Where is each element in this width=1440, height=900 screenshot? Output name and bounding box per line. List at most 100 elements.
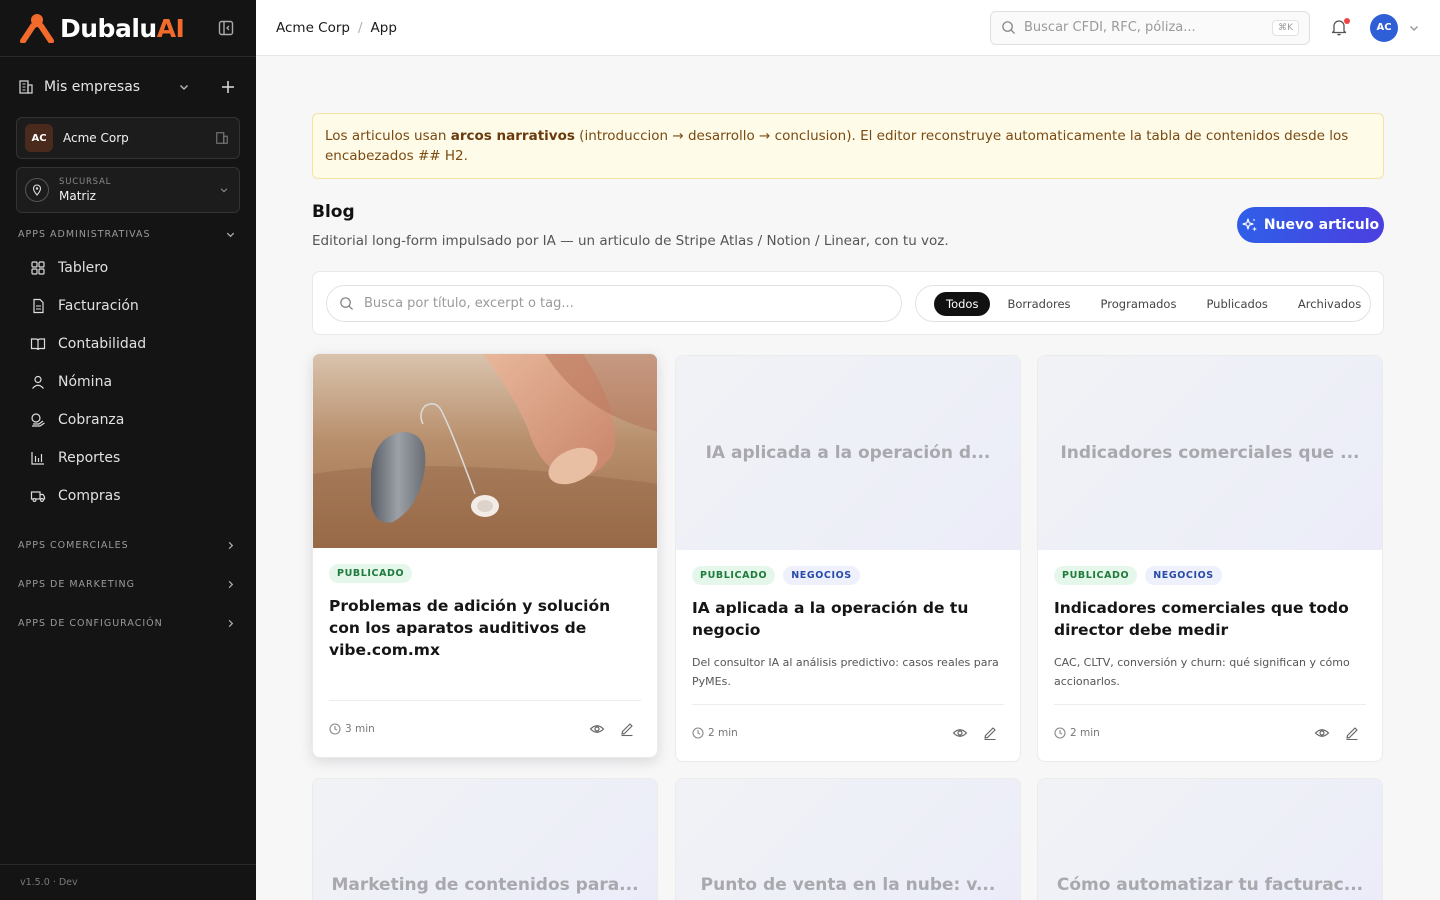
building-icon xyxy=(19,80,33,94)
cover-title: IA aplicada a la operación d... xyxy=(705,443,991,463)
filter-bar: Busca por título, excerpt o tag... Todos… xyxy=(312,271,1384,335)
eye-icon[interactable] xyxy=(952,725,968,741)
read-time: 2 min xyxy=(692,727,952,739)
eye-icon[interactable] xyxy=(1314,725,1330,741)
status-filter-tabs: Todos Borradores Programados Publicados … xyxy=(915,285,1371,322)
article-title[interactable]: IA aplicada a la operación de tu negocio xyxy=(676,597,1020,641)
chevron-down-icon xyxy=(226,232,235,237)
article-cover-placeholder: Punto de venta en la nube: v... xyxy=(676,779,1020,900)
branch-value: Matriz xyxy=(59,189,96,203)
article-card[interactable]: Indicadores comerciales que ... PUBLICAD… xyxy=(1037,355,1383,762)
new-article-button[interactable]: Nuevo articulo xyxy=(1237,207,1384,243)
notifications-bell-icon[interactable] xyxy=(1330,17,1350,38)
clock-icon xyxy=(1054,727,1066,739)
branch-label: SUCURSAL xyxy=(59,177,112,187)
tab-borradores[interactable]: Borradores xyxy=(994,292,1083,316)
user-avatar[interactable]: AC xyxy=(1370,13,1398,42)
company-selector[interactable]: AC Acme Corp xyxy=(16,117,240,159)
edit-pencil-icon[interactable] xyxy=(1344,725,1360,741)
search-icon xyxy=(1002,21,1016,35)
cover-title: Cómo automatizar tu facturac... xyxy=(1056,875,1364,895)
breadcrumb-company[interactable]: Acme Corp xyxy=(276,20,350,36)
sidebar-item-nomina[interactable]: Nómina xyxy=(0,363,256,401)
chevron-right-icon xyxy=(228,541,234,549)
page-title: Blog xyxy=(312,202,355,222)
tab-archivados[interactable]: Archivados xyxy=(1285,292,1374,316)
brand-name: DubaluAI xyxy=(60,13,185,43)
global-search-input[interactable]: Buscar CFDI, RFC, póliza... ⌘K xyxy=(990,10,1310,45)
breadcrumb-app[interactable]: App xyxy=(371,20,397,36)
article-cover-placeholder: Indicadores comerciales que ... xyxy=(1038,356,1382,550)
status-badge: PUBLICADO xyxy=(329,564,413,583)
chevron-down-icon[interactable] xyxy=(174,77,194,97)
eye-icon[interactable] xyxy=(589,721,605,737)
sidebar-item-cobranza[interactable]: Cobranza xyxy=(0,401,256,439)
chevron-right-icon xyxy=(228,619,234,628)
card-footer: 2 min xyxy=(1054,704,1366,761)
truck-icon xyxy=(30,491,46,502)
card-footer: 2 min xyxy=(692,704,1004,761)
document-icon xyxy=(33,298,44,314)
grid-icon xyxy=(31,261,45,275)
group-apps-administrativas[interactable]: APPS ADMINISTRATIVAS xyxy=(0,219,256,249)
clock-icon xyxy=(329,723,341,735)
company-name: Acme Corp xyxy=(63,131,129,145)
read-time: 3 min xyxy=(329,723,589,735)
app-version: v1.5.0 · Dev xyxy=(0,864,256,900)
read-time: 2 min xyxy=(1054,727,1314,739)
cover-title: Punto de venta en la nube: v... xyxy=(700,875,996,895)
coins-icon xyxy=(31,413,45,427)
article-search-input[interactable]: Busca por título, excerpt o tag... xyxy=(326,285,902,322)
user-icon xyxy=(32,375,44,389)
article-excerpt: CAC, CLTV, conversión y churn: qué signi… xyxy=(1054,656,1350,688)
clock-icon xyxy=(692,727,704,739)
sidebar-item-tablero[interactable]: Tablero xyxy=(0,249,256,287)
article-title[interactable]: Problemas de adición y solución con los … xyxy=(313,595,657,661)
article-search-placeholder: Busca por título, excerpt o tag... xyxy=(364,296,574,311)
sidebar-item-compras[interactable]: Compras xyxy=(0,477,256,515)
article-card[interactable]: Cómo automatizar tu facturac... xyxy=(1037,778,1383,900)
group-apps-configuracion[interactable]: APPS DE CONFIGURACIÓN xyxy=(0,604,256,643)
card-footer: 3 min xyxy=(329,700,641,757)
sidebar-item-reportes[interactable]: Reportes xyxy=(0,439,256,477)
sidebar-item-facturacion[interactable]: Facturación xyxy=(0,287,256,325)
article-excerpt: Del consultor IA al análisis predictivo:… xyxy=(692,656,999,688)
article-card[interactable]: IA aplicada a la operación d... PUBLICAD… xyxy=(675,355,1021,762)
article-card[interactable]: Punto de venta en la nube: v... xyxy=(675,778,1021,900)
group-apps-comerciales[interactable]: APPS COMERCIALES xyxy=(0,525,256,565)
notification-dot xyxy=(1344,17,1350,24)
topbar: Acme Corp / App Buscar CFDI, RFC, póliza… xyxy=(256,0,1440,56)
sidebar-item-contabilidad[interactable]: Contabilidad xyxy=(0,325,256,363)
branch-selector[interactable]: SUCURSAL Matriz xyxy=(16,167,240,213)
shortcut-badge: ⌘K xyxy=(1272,19,1299,36)
sidebar: DubaluAI Mis empresas AC Acme Corp SUCUR… xyxy=(0,0,256,900)
collapse-sidebar-icon[interactable] xyxy=(216,18,236,38)
article-cover-image xyxy=(313,354,657,548)
chevron-down-icon[interactable] xyxy=(1408,22,1420,34)
breadcrumb-separator: / xyxy=(357,19,363,36)
cover-title: Marketing de contenidos para... xyxy=(331,875,639,895)
edit-pencil-icon[interactable] xyxy=(982,725,998,741)
article-card[interactable]: Marketing de contenidos para... xyxy=(312,778,658,900)
category-badge: NEGOCIOS xyxy=(1145,566,1222,585)
edit-pencil-icon[interactable] xyxy=(619,721,635,737)
article-cover-placeholder: IA aplicada a la operación d... xyxy=(676,356,1020,550)
search-icon xyxy=(340,297,354,311)
status-badge: PUBLICADO xyxy=(692,566,776,585)
companies-header: Mis empresas xyxy=(0,57,256,117)
category-badge: NEGOCIOS xyxy=(783,566,860,585)
tab-todos[interactable]: Todos xyxy=(934,291,991,316)
bar-chart-icon xyxy=(31,452,44,465)
tab-publicados[interactable]: Publicados xyxy=(1193,292,1280,316)
logo-mark-icon xyxy=(20,14,54,43)
add-company-icon[interactable] xyxy=(218,77,238,97)
article-title[interactable]: Indicadores comerciales que todo directo… xyxy=(1038,597,1382,641)
sparkles-icon xyxy=(1242,218,1257,232)
main-content: Los articulos usan arcos narrativos (int… xyxy=(256,56,1440,900)
brand-logo[interactable]: DubaluAI xyxy=(20,13,185,43)
article-card[interactable]: PUBLICADO Problemas de adición y solució… xyxy=(312,353,658,758)
group-apps-marketing[interactable]: APPS DE MARKETING xyxy=(0,565,256,604)
building-icon xyxy=(216,132,228,144)
tab-programados[interactable]: Programados xyxy=(1088,292,1190,316)
book-icon xyxy=(30,338,46,351)
